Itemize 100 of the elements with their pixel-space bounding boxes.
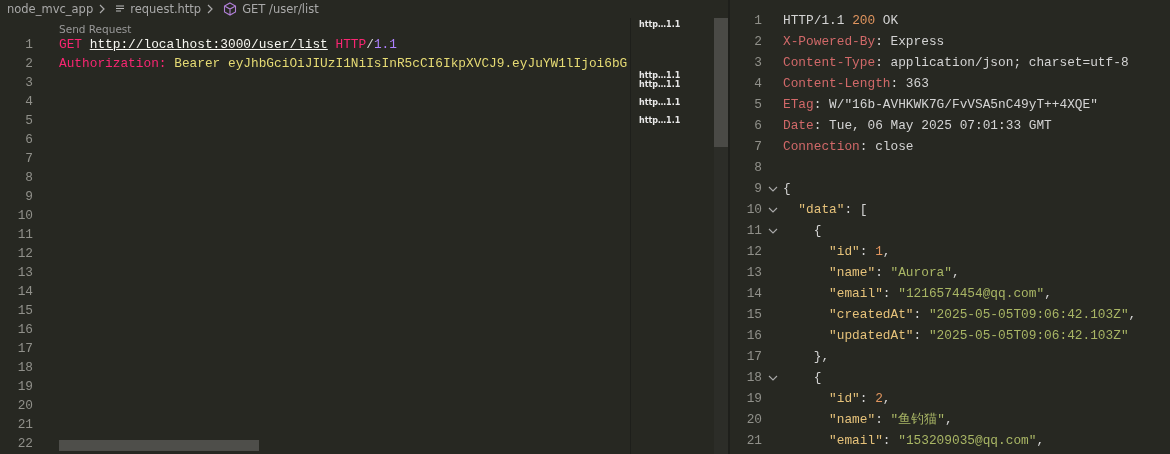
header-name: Content-Length <box>783 76 891 91</box>
keyword: Authorization: <box>59 56 168 71</box>
code-text: : <box>859 391 869 406</box>
line-number: 19 <box>745 391 762 406</box>
line-number: 7 <box>753 139 762 154</box>
code-text: : [ <box>844 202 868 217</box>
line-number: 1 <box>24 37 33 52</box>
line-number: 14 <box>745 286 762 301</box>
json-key: "email" <box>783 433 883 448</box>
code-text: , <box>1044 286 1052 301</box>
code-text: , <box>1128 307 1137 322</box>
code-text: : Express <box>875 34 945 49</box>
line-number: 2 <box>24 56 33 71</box>
line-number: 11 <box>745 223 762 238</box>
header-name: X-Powered-By <box>783 34 876 49</box>
line-number: 12 <box>16 246 33 261</box>
version-number: 1.1 <box>373 37 397 52</box>
code-text: , <box>951 265 960 280</box>
string-literal: "2025-05-05T09:06:42.103Z" <box>928 307 1129 322</box>
json-key: "createdAt" <box>783 307 914 322</box>
line-number: 4 <box>24 94 33 109</box>
header-name: Content-Type <box>783 55 876 70</box>
send-request-link[interactable]: Send Request <box>59 23 132 35</box>
string-literal: "Aurora" <box>890 265 952 280</box>
line-number: 4 <box>753 76 762 91</box>
minimap-label: http…1.1 <box>639 20 681 29</box>
minimap-label: http…1.1 <box>639 80 681 89</box>
line-number: 20 <box>16 398 33 413</box>
number-literal: 2 <box>875 391 883 406</box>
line-number: 7 <box>24 151 33 166</box>
vertical-scrollbar-thumb[interactable] <box>714 18 728 147</box>
line-number: 15 <box>16 303 33 318</box>
chevron-right-icon <box>98 4 107 14</box>
line-number: 13 <box>16 265 33 280</box>
code-text: : <box>859 244 869 259</box>
chevron-down-icon[interactable] <box>767 206 778 213</box>
code-text: OK <box>881 13 899 28</box>
breadcrumb-item[interactable]: GET /user/list <box>242 2 319 16</box>
line-number: 9 <box>24 189 33 204</box>
breadcrumb-item[interactable]: node_mvc_app <box>7 2 94 16</box>
breadcrumb-item[interactable]: request.http <box>130 2 202 16</box>
code-text: }, <box>812 349 830 364</box>
code-text: : <box>875 265 884 280</box>
code-text: : <box>913 307 923 322</box>
line-number: 18 <box>745 370 762 385</box>
code-text: , <box>882 244 891 259</box>
header-name: ETag <box>783 97 814 112</box>
number-literal: 200 <box>852 13 876 28</box>
header-name: Date <box>783 118 814 133</box>
code-text: : <box>875 412 884 427</box>
chevron-down-icon[interactable] <box>767 374 778 381</box>
line-number: 6 <box>24 132 33 147</box>
header-name: Connection <box>783 139 860 154</box>
line-number: 5 <box>753 97 762 112</box>
number-literal: 1 <box>875 244 883 259</box>
line-number: 22 <box>16 436 33 451</box>
code-text: { <box>783 181 791 196</box>
line-number: 21 <box>745 433 762 448</box>
line-number: 13 <box>745 265 762 280</box>
code-text: , <box>882 391 891 406</box>
line-number: 18 <box>16 360 33 375</box>
line-number: 16 <box>16 322 33 337</box>
line-number: 21 <box>16 417 33 432</box>
string-literal: "2025-05-05T09:06:42.103Z" <box>928 328 1129 343</box>
link[interactable]: http://localhost:3000/user/list <box>89 37 328 52</box>
horizontal-scrollbar-thumb[interactable] <box>59 440 259 451</box>
minimap-label: http…1.1 <box>639 98 681 107</box>
line-number: 10 <box>745 202 762 217</box>
code-text: { <box>812 370 822 385</box>
line-number: 5 <box>24 113 33 128</box>
line-number: 6 <box>753 118 762 133</box>
line-number: 15 <box>745 307 762 322</box>
code-text: : <box>882 433 892 448</box>
keyword: HTTP <box>334 37 367 52</box>
code-text: : <box>882 286 892 301</box>
line-number: 8 <box>753 160 762 175</box>
line-number: 17 <box>745 349 762 364</box>
chevron-down-icon[interactable] <box>767 185 778 192</box>
code-text: : W/"16b-AVHKWK7G/FvVSA5nC49yT++4XQE" <box>813 97 1098 112</box>
code-text: / <box>366 37 374 52</box>
chevron-down-icon[interactable] <box>767 227 778 234</box>
line-number: 17 <box>16 341 33 356</box>
line-number: 8 <box>24 170 33 185</box>
json-key: "name" <box>783 265 876 280</box>
code-text: HTTP/1.1 <box>783 13 846 28</box>
chevron-right-icon <box>206 4 215 14</box>
line-number: 3 <box>753 55 762 70</box>
lines-icon <box>115 4 126 14</box>
code-text: : close <box>859 139 914 154</box>
string-literal: "1216574454@qq.com" <box>898 286 1045 301</box>
code-text: { <box>812 223 822 238</box>
json-key: "email" <box>783 286 883 301</box>
string-literal: "鱼钓猫" <box>890 412 945 427</box>
header-value: Bearer eyJhbGciOiJIUzI1NiIsInR5cCI6IkpXVCJ9.eyJuYW1lIjoi6bG <box>174 56 628 71</box>
line-number: 10 <box>16 208 33 223</box>
cube-icon <box>223 2 238 16</box>
line-number: 12 <box>745 244 762 259</box>
string-literal: "153209035@qq.com" <box>898 433 1037 448</box>
line-number: 20 <box>745 412 762 427</box>
line-number: 1 <box>753 13 762 28</box>
